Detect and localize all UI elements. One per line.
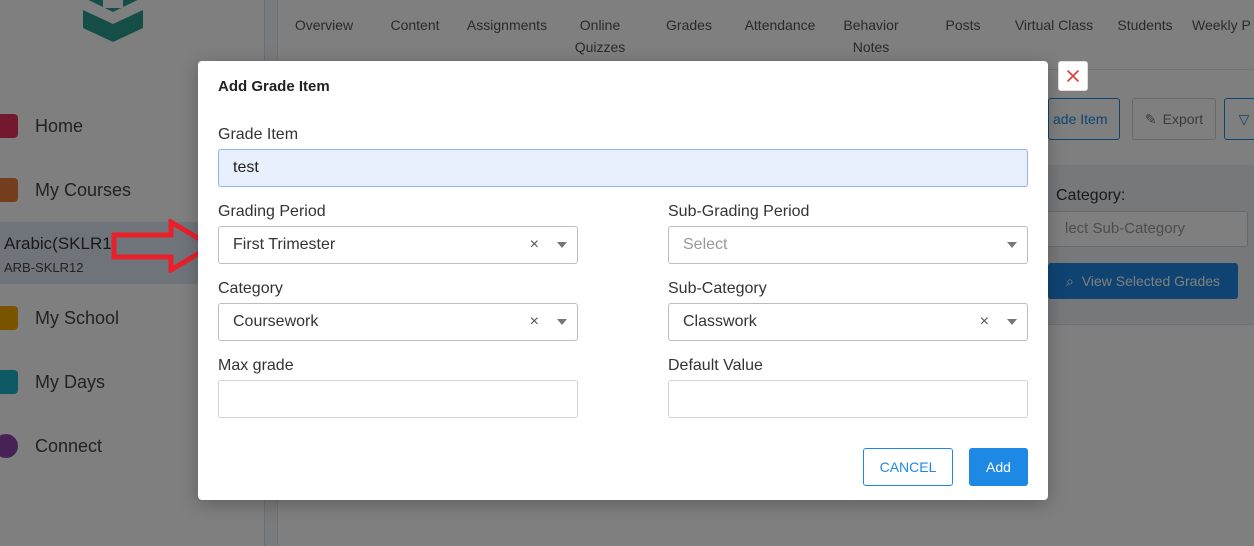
max-grade-label: Max grade [218,357,294,374]
sub-grading-period-label: Sub-Grading Period [668,203,810,220]
category-select[interactable]: Coursework × [218,303,578,341]
dialog-title: Add Grade Item [218,78,330,95]
chevron-down-icon[interactable] [557,242,567,248]
default-value-label: Default Value [668,357,763,374]
grading-period-label: Grading Period [218,203,326,220]
chevron-down-icon[interactable] [557,319,567,325]
grading-period-value: First Trimester [233,236,336,253]
max-grade-input[interactable] [218,380,578,418]
default-value-input[interactable] [668,380,1028,418]
chevron-down-icon[interactable] [1007,242,1017,248]
sub-category-select[interactable]: Classwork × [668,303,1028,341]
category-value: Coursework [233,313,319,330]
clear-icon[interactable]: × [530,236,539,254]
close-icon [1067,70,1079,82]
chevron-down-icon[interactable] [1007,319,1017,325]
cancel-button[interactable]: CANCEL [863,448,953,486]
sub-category-value: Classwork [683,313,757,330]
add-button[interactable]: Add [969,448,1028,486]
close-dialog-button[interactable] [1058,61,1088,91]
clear-icon[interactable]: × [530,313,539,331]
add-grade-item-dialog: Add Grade Item Grade Item Grading Period… [198,61,1048,500]
grade-item-label: Grade Item [218,126,299,143]
category-label: Category [218,280,283,297]
sub-grading-period-select[interactable]: Select [668,226,1028,264]
clear-icon[interactable]: × [980,313,989,331]
sub-category-label: Sub-Category [668,280,767,297]
grading-period-select[interactable]: First Trimester × [218,226,578,264]
sub-grading-period-placeholder: Select [683,236,728,253]
grade-item-input[interactable] [218,149,1028,187]
